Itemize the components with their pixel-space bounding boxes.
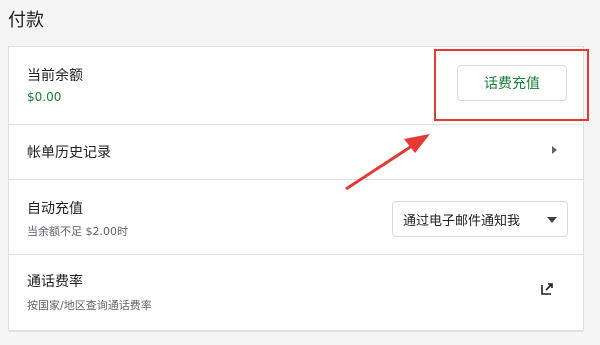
auto-topup-row: 自动充值 当余额不足 $2.00时 通过电子邮件通知我 <box>9 180 583 255</box>
external-link-icon[interactable] <box>539 281 555 297</box>
page-title: 付款 <box>8 10 44 31</box>
call-rates-description: 按国家/地区查询通话费率 <box>27 299 152 312</box>
balance-label: 当前余额 <box>27 68 83 84</box>
balance-value: $0.00 <box>27 90 62 104</box>
billing-history-row[interactable]: 帐单历史记录 <box>9 125 583 180</box>
auto-topup-description: 当余额不足 $2.00时 <box>27 225 128 238</box>
auto-topup-select-value: 通过电子邮件通知我 <box>403 213 521 229</box>
caret-down-icon <box>547 217 557 223</box>
auto-topup-select[interactable]: 通过电子邮件通知我 <box>392 201 568 237</box>
auto-topup-label: 自动充值 <box>27 201 83 217</box>
topup-button[interactable]: 话费充值 <box>457 65 567 101</box>
billing-history-label: 帐单历史记录 <box>27 145 111 161</box>
payment-card: 当前余额 $0.00 话费充值 帐单历史记录 自动充值 当余额不足 $2.00时… <box>8 46 589 332</box>
chevron-right-icon <box>552 146 557 154</box>
call-rates-row: 通话费率 按国家/地区查询通话费率 <box>9 255 583 332</box>
balance-row: 当前余额 $0.00 话费充值 <box>9 47 583 125</box>
call-rates-label: 通话费率 <box>27 274 83 290</box>
